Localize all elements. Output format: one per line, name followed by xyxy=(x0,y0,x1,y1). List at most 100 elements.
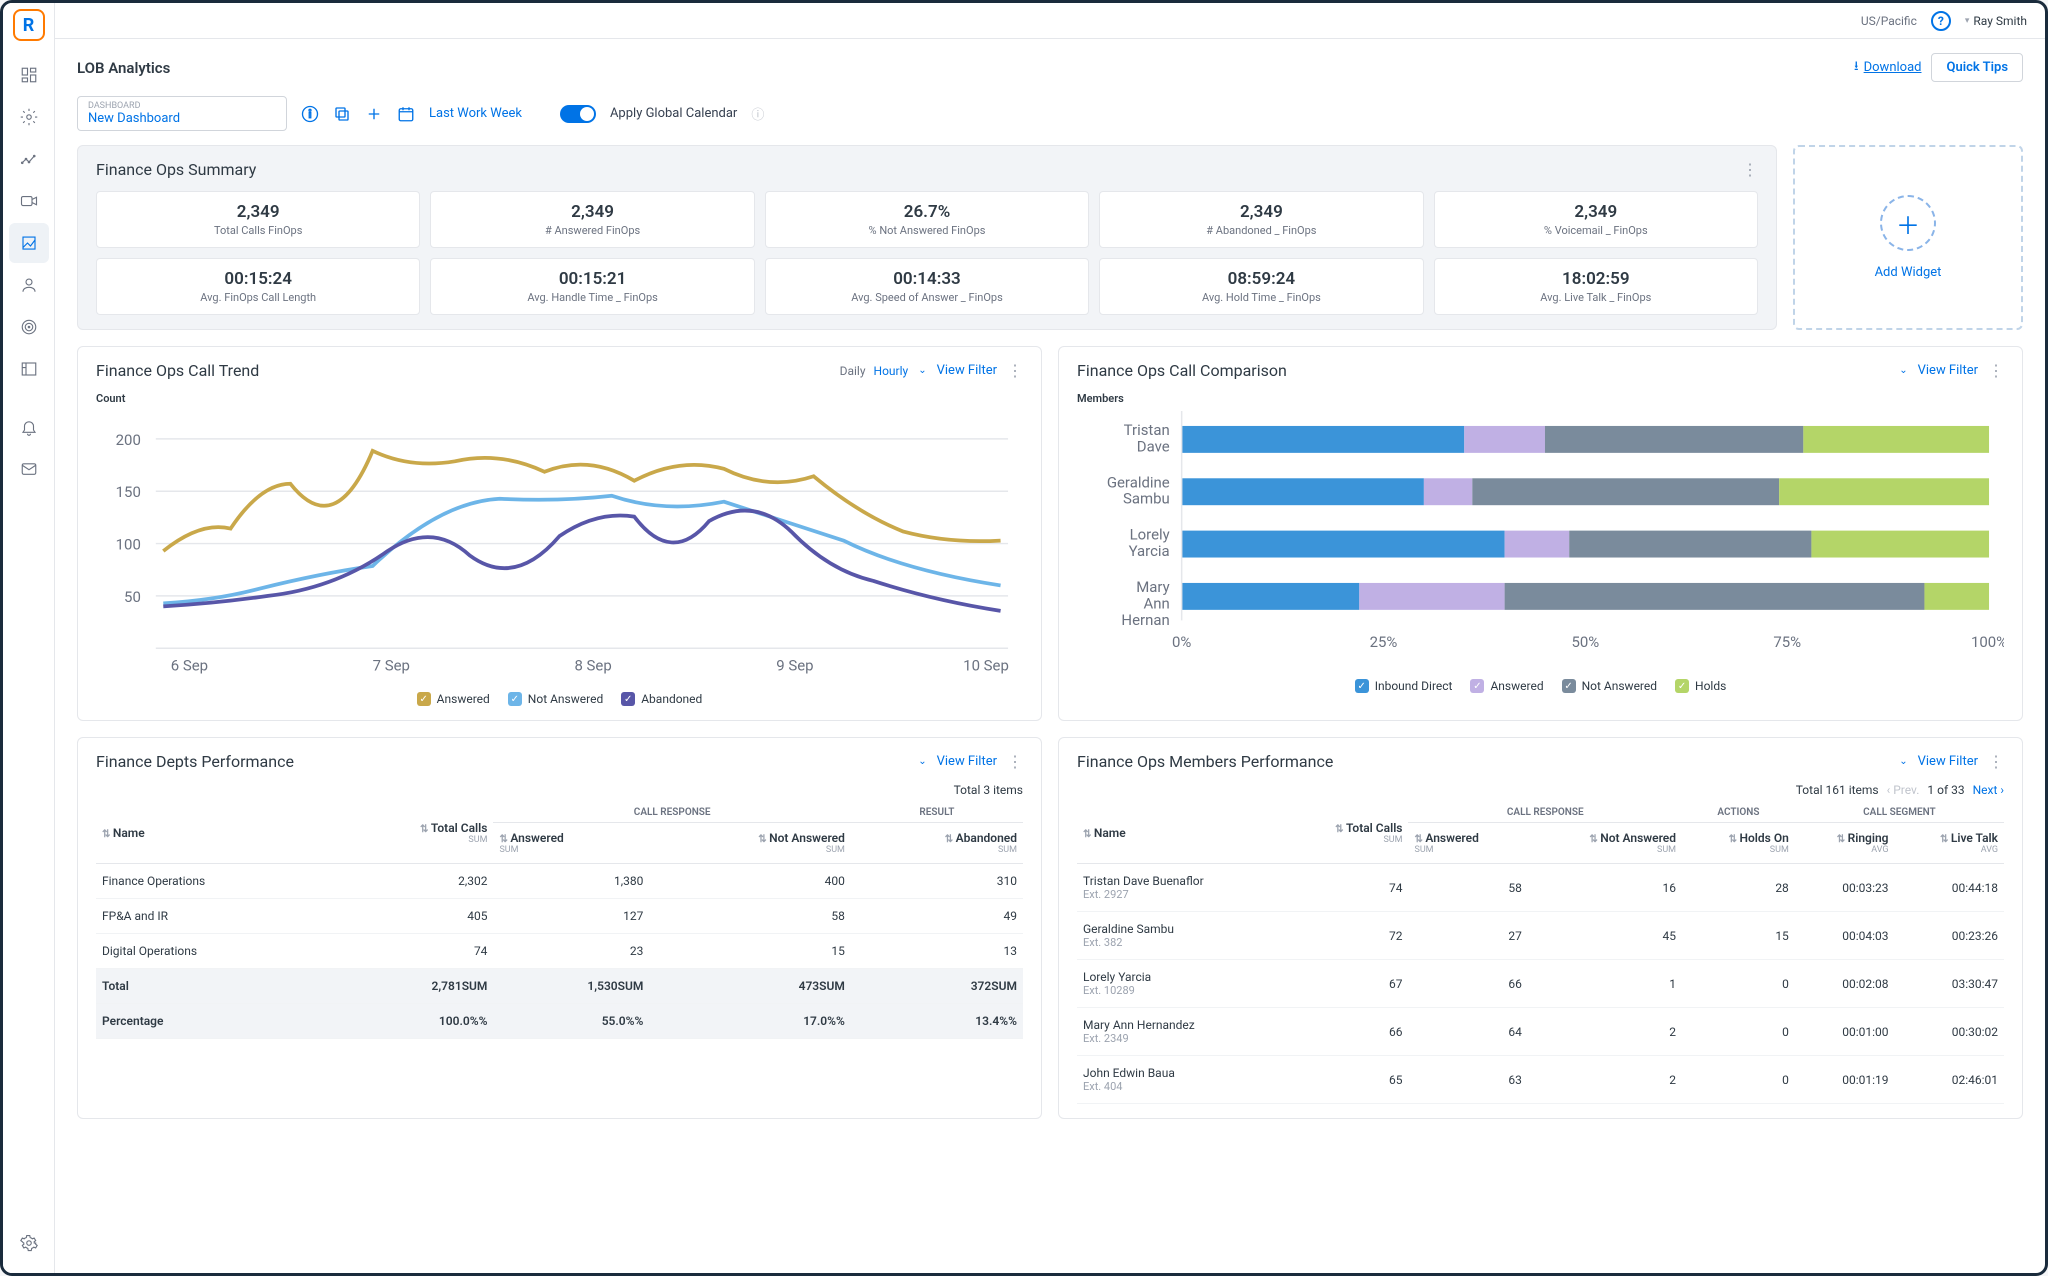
depts-menu-icon[interactable]: ⋮ xyxy=(1007,752,1023,771)
col-abandoned[interactable]: AbandonedSUM xyxy=(851,823,1023,864)
table-row[interactable]: FP&A and IR4051275849 xyxy=(96,899,1023,934)
kpi-tile: 18:02:59Avg. Live Talk _ FinOps xyxy=(1434,258,1758,315)
chevron-down-icon: ⌄ xyxy=(918,756,926,767)
user-menu[interactable]: ▾Ray Smith xyxy=(1965,14,2027,28)
svg-text:6 Sep: 6 Sep xyxy=(171,657,208,675)
logo[interactable]: R xyxy=(13,9,45,41)
nav-gear-icon[interactable] xyxy=(9,1223,49,1263)
comparison-view-filter[interactable]: View Filter xyxy=(1918,363,1978,378)
download-icon: ⭳ xyxy=(1854,57,1859,79)
kpi-tile: 26.7%% Not Answered FinOps xyxy=(765,191,1089,248)
trend-view-filter[interactable]: View Filter xyxy=(937,363,997,378)
svg-text:25%: 25% xyxy=(1370,633,1398,651)
copy-icon[interactable] xyxy=(333,105,351,123)
global-calendar-toggle[interactable] xyxy=(560,105,596,123)
chevron-down-icon: ⌄ xyxy=(1899,365,1907,376)
mcol-ho[interactable]: Holds OnSUM xyxy=(1682,823,1795,864)
mcol-ri[interactable]: RingingAVG xyxy=(1795,823,1895,864)
sidebar: R xyxy=(3,3,55,1273)
pct-row: Percentage100.0%%55.0%%17.0%%13.4%% xyxy=(96,1004,1023,1039)
members-title: Finance Ops Members Performance xyxy=(1077,752,1333,771)
date-range-link[interactable]: Last Work Week xyxy=(429,106,522,121)
members-axis-label: Members xyxy=(1077,392,2004,405)
nav-notifications-icon[interactable] xyxy=(9,407,49,447)
col-totalcalls[interactable]: Total CallsSUM xyxy=(331,803,493,864)
download-button[interactable]: ⭳Download xyxy=(1854,57,1921,79)
trend-menu-icon[interactable]: ⋮ xyxy=(1007,361,1023,380)
legend-item[interactable]: ✓Answered xyxy=(1470,679,1543,693)
count-axis-label: Count xyxy=(96,392,1023,405)
mcol-lt[interactable]: Live TalkAVG xyxy=(1895,823,2004,864)
chevron-down-icon: ⌄ xyxy=(1899,756,1907,767)
legend-item[interactable]: ✓Abandoned xyxy=(621,692,702,706)
members-total-items: Total 161 items xyxy=(1796,783,1879,797)
svg-text:9 Sep: 9 Sep xyxy=(776,657,813,675)
toolbar: DASHBOARD New Dashboard Last Work Week A… xyxy=(55,90,2045,145)
legend-item[interactable]: ✓Answered xyxy=(417,692,490,706)
kpi-tile: 2,349Total Calls FinOps xyxy=(96,191,420,248)
members-menu-icon[interactable]: ⋮ xyxy=(1988,752,2004,771)
table-row[interactable]: Lorely YarciaExt. 1028967661000:02:0803:… xyxy=(1077,960,2004,1008)
nav-reports-icon[interactable] xyxy=(9,223,49,263)
next-page[interactable]: Next › xyxy=(1973,783,2004,797)
svg-text:0%: 0% xyxy=(1172,633,1191,651)
hourly-toggle[interactable]: Hourly xyxy=(874,364,909,378)
info-hint-icon[interactable]: ⓘ xyxy=(751,104,764,123)
calendar-icon[interactable] xyxy=(397,105,415,123)
help-icon[interactable]: ? xyxy=(1931,11,1951,31)
nav-video-icon[interactable] xyxy=(9,181,49,221)
legend-item[interactable]: ✓Inbound Direct xyxy=(1355,679,1453,693)
info-icon[interactable] xyxy=(301,105,319,123)
col-answered[interactable]: AnsweredSUM xyxy=(493,823,649,864)
page-title: LOB Analytics xyxy=(77,59,170,77)
table-row[interactable]: Tristan Dave BuenaflorExt. 2927745816280… xyxy=(1077,864,2004,912)
svg-text:100: 100 xyxy=(116,536,141,554)
col-notanswered[interactable]: Not AnsweredSUM xyxy=(649,823,851,864)
members-view-filter[interactable]: View Filter xyxy=(1918,754,1978,769)
comparison-chart: TristanDaveGeraldineSambuLorelyYarciaMar… xyxy=(1077,411,2004,665)
svg-text:10 Sep: 10 Sep xyxy=(963,657,1009,675)
nav-target-icon[interactable] xyxy=(9,307,49,347)
legend-item[interactable]: ✓Not Answered xyxy=(508,692,603,706)
table-row[interactable]: Finance Operations2,3021,380400310 xyxy=(96,864,1023,899)
topbar: US/Pacific ? ▾Ray Smith xyxy=(55,3,2045,39)
mcol-na[interactable]: Not AnsweredSUM xyxy=(1528,823,1682,864)
table-row[interactable]: John Edwin BauaExt. 40465632000:01:1902:… xyxy=(1077,1056,2004,1104)
total-row: Total2,781SUM1,530SUM473SUM372SUM xyxy=(96,969,1023,1004)
comparison-title: Finance Ops Call Comparison xyxy=(1077,361,1287,380)
summary-menu-icon[interactable]: ⋮ xyxy=(1742,160,1758,179)
add-widget-button[interactable]: ＋ Add Widget xyxy=(1793,145,2023,330)
mcol-tc[interactable]: Total CallsSUM xyxy=(1284,803,1408,864)
comparison-menu-icon[interactable]: ⋮ xyxy=(1988,361,2004,380)
nav-user-icon[interactable] xyxy=(9,265,49,305)
quick-tips-button[interactable]: Quick Tips xyxy=(1931,53,2023,82)
table-row[interactable]: Mary Ann HernandezExt. 234966642000:01:0… xyxy=(1077,1008,2004,1056)
prev-page[interactable]: ‹ Prev. xyxy=(1887,783,1920,797)
svg-text:8 Sep: 8 Sep xyxy=(574,657,611,675)
depts-table: NameTotal CallsSUMCALL RESPONSERESULT An… xyxy=(96,803,1023,1039)
nav-mail-icon[interactable] xyxy=(9,449,49,489)
trend-title: Finance Ops Call Trend xyxy=(96,361,259,380)
table-row[interactable]: Geraldine SambuExt. 3827227451500:04:030… xyxy=(1077,912,2004,960)
legend-item[interactable]: ✓Not Answered xyxy=(1562,679,1657,693)
mcol-ans[interactable]: AnsweredSUM xyxy=(1408,823,1527,864)
col-name[interactable]: Name xyxy=(96,803,331,864)
svg-text:200: 200 xyxy=(116,431,141,449)
nav-settings-icon[interactable] xyxy=(9,97,49,137)
svg-text:150: 150 xyxy=(116,483,141,501)
add-icon[interactable] xyxy=(365,105,383,123)
global-calendar-label: Apply Global Calendar xyxy=(610,106,737,121)
nav-library-icon[interactable] xyxy=(9,349,49,389)
table-row[interactable]: Digital Operations74231513 xyxy=(96,934,1023,969)
kpi-tile: 08:59:24Avg. Hold Time _ FinOps xyxy=(1099,258,1423,315)
daily-toggle[interactable]: Daily xyxy=(840,364,866,378)
members-table: NameTotal CallsSUMCALL RESPONSEACTIONSCA… xyxy=(1077,803,2004,1104)
nav-dashboard-icon[interactable] xyxy=(9,55,49,95)
comparison-card: Finance Ops Call Comparison ⌄ View Filter… xyxy=(1058,346,2023,721)
depts-view-filter[interactable]: View Filter xyxy=(937,754,997,769)
mcol-name[interactable]: Name xyxy=(1077,803,1284,864)
svg-text:MaryAnnHernan: MaryAnnHernan xyxy=(1121,578,1169,629)
dashboard-selector[interactable]: DASHBOARD New Dashboard xyxy=(77,96,287,131)
nav-analytics-icon[interactable] xyxy=(9,139,49,179)
legend-item[interactable]: ✓Holds xyxy=(1675,679,1726,693)
